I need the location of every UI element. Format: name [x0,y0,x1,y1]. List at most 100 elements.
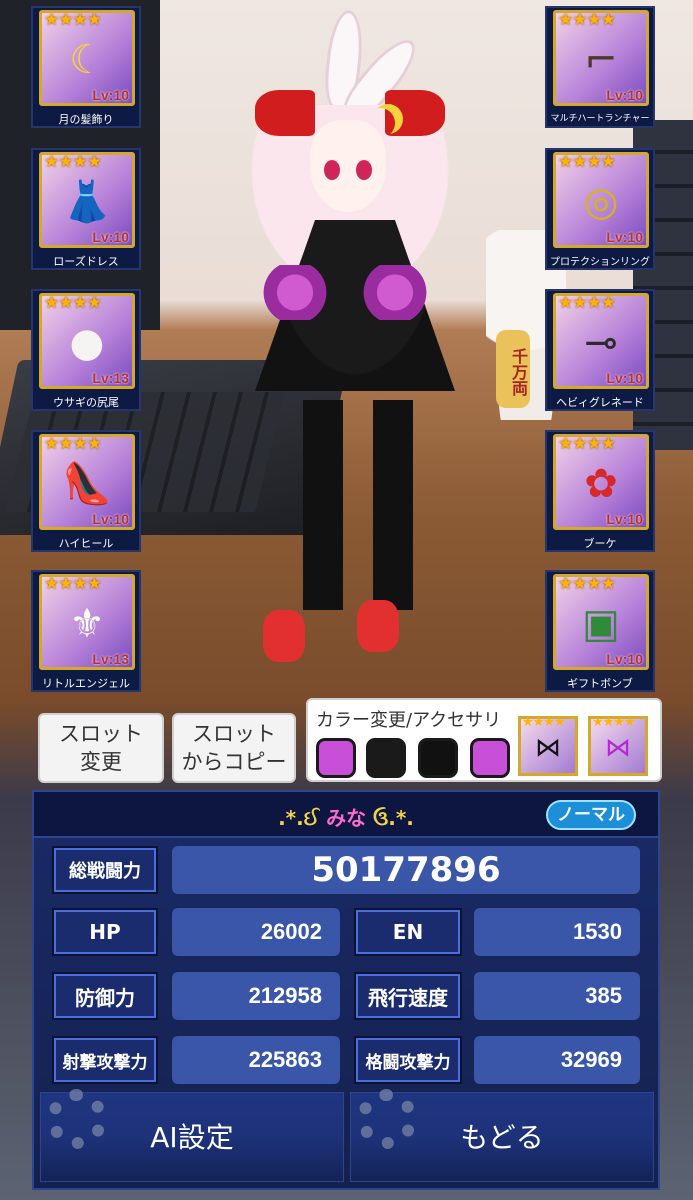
gift-bomb-icon: ▣ [582,601,620,647]
bouquet-icon: ✿ [584,461,618,507]
eye-left [324,160,340,180]
rose-glove-right [360,265,430,320]
red-dress-icon: 👗 [62,179,112,225]
equipment-name: ブーケ [583,537,617,550]
accessory-slot-purple-bow[interactable]: ★★★★ ⋈ [588,715,648,776]
ai-settings-button[interactable]: AI設定 [40,1089,344,1182]
launcher-gun-icon: ⌐ [584,37,618,83]
equipment-level: Lv:10 [606,370,643,386]
rarity-stars: ★★★★ [44,434,102,454]
equipment-level: Lv:10 [606,87,643,103]
equipment-card-launcher[interactable]: ★★★★ ⌐ Lv:10 マルチハートランチャー [545,6,655,128]
slot-change-button[interactable]: スロット 変更 [38,713,164,783]
equipment-card-gift-bomb[interactable]: ★★★★ ▣ Lv:10 ギフトボンブ [545,570,655,692]
rarity-stars: ★★★★ [44,574,102,594]
crescent-moon-icon: ☾ [69,37,105,83]
mode-badge[interactable]: ノーマル [546,800,636,830]
high-heels-icon: 👠 [62,461,112,507]
rarity-stars: ★★★★ [558,574,616,594]
equipment-card-heavy-grenade[interactable]: ★★★★ ⊸ Lv:10 ヘビィグレネード [545,289,655,411]
equipment-level: Lv:13 [92,370,129,386]
slot-copy-button[interactable]: スロット からコピー [172,713,296,783]
equipment-frame: ★★★★ ⌐ Lv:10 [553,10,649,106]
rarity-stars: ★★★★ [592,715,636,730]
rarity-stars: ★★★★ [44,293,102,313]
equipment-name: ウサギの尻尾 [53,396,119,409]
equipment-level: Lv:10 [92,229,129,245]
equipment-frame: ★★★★ ⚜ Lv:13 [39,574,135,670]
eye-right [356,160,372,180]
gear-icon [47,1089,107,1149]
bunny-tail-icon: ● [69,320,105,366]
equipment-card-hair-ornament[interactable]: ★★★★ ☾ Lv:10 月の髪飾り [31,6,141,128]
equipment-card-high-heels[interactable]: ★★★★ 👠 Lv:10 ハイヒール [31,430,141,552]
ai-settings-label: AI設定 [150,1121,234,1154]
hair-bow-right [385,90,445,136]
total-power-value: 50177896 [172,846,640,894]
equipment-frame: ★★★★ ☾ Lv:10 [39,10,135,106]
shooting-attack-label: 射撃攻撃力 [52,1036,158,1084]
equipment-card-rose-dress[interactable]: ★★★★ 👗 Lv:10 ローズドレス [31,148,141,270]
color-swatch-4[interactable] [470,738,510,778]
hp-label: HP [52,908,158,956]
equipment-frame: ★★★★ ▣ Lv:10 [553,574,649,670]
black-bow-icon: ⋈ [535,733,561,763]
defense-label: 防御力 [52,972,158,1020]
flight-speed-label: 飛行速度 [354,972,462,1020]
equipment-name: ローズドレス [53,255,119,268]
character-name-text: みな [319,806,374,830]
color-swatch-1[interactable] [316,738,356,778]
equipment-card-bunny-tail[interactable]: ★★★★ ● Lv:13 ウサギの尻尾 [31,289,141,411]
color-accessory-title: カラー変更/アクセサリ [316,710,502,731]
rarity-stars: ★★★★ [522,715,566,730]
equipment-level: Lv:10 [606,511,643,527]
equipment-frame: ★★★★ ● Lv:13 [39,293,135,389]
equipment-card-bouquet[interactable]: ★★★★ ✿ Lv:10 ブーケ [545,430,655,552]
name-decoration-left: .*.ઈ [278,806,320,830]
equipment-name: 月の髪飾り [58,113,114,126]
moon-hair-ornament [365,108,395,138]
equipment-card-little-angel[interactable]: ★★★★ ⚜ Lv:13 リトルエンジェル [31,570,141,692]
equipment-frame: ★★★★ ⊸ Lv:10 [553,293,649,389]
hp-value: 26002 [172,908,340,956]
back-label: もどる [460,1121,544,1154]
defense-value: 212958 [172,972,340,1020]
equipment-name: リトルエンジェル [42,677,130,690]
equipment-level: Lv:10 [606,651,643,667]
red-shoe-left [263,610,305,662]
melee-attack-label: 格闘攻撃力 [354,1036,462,1084]
rarity-stars: ★★★★ [558,434,616,454]
color-swatch-2[interactable] [366,738,406,778]
gear-icon [357,1089,417,1149]
equipment-card-protection-ring[interactable]: ★★★★ ◎ Lv:10 プロテクションリング [545,148,655,270]
purple-bow-icon: ⋈ [605,733,631,763]
rarity-stars: ★★★★ [558,10,616,30]
rarity-stars: ★★★★ [44,152,102,172]
hair-bow-left [255,90,315,136]
ring-icon: ◎ [583,179,619,225]
rarity-stars: ★★★★ [558,152,616,172]
melee-attack-value: 32969 [474,1036,640,1084]
equipment-frame: ★★★★ 👠 Lv:10 [39,434,135,530]
grenade-icon: ⊸ [584,320,618,366]
equipment-name: プロテクションリング [550,257,650,268]
equipment-name: ハイヒール [58,537,114,550]
angel-wings-icon: ⚜ [69,601,105,647]
red-shoe-right [357,600,399,652]
status-panel: .*.ઈ みな ઉ.*. ノーマル 総戦闘力 50177896 HP 26002… [32,790,660,1190]
character-model[interactable] [215,8,495,690]
flight-speed-value: 385 [474,972,640,1020]
equipment-name: マルチハートランチャー [550,114,650,124]
name-decoration-right: ઉ.*. [373,806,414,830]
total-power-label: 総戦闘力 [52,846,158,894]
color-swatch-3[interactable] [418,738,458,778]
equipment-frame: ★★★★ ✿ Lv:10 [553,434,649,530]
back-button[interactable]: もどる [350,1089,654,1182]
rarity-stars: ★★★★ [558,293,616,313]
shooting-attack-value: 225863 [172,1036,340,1084]
status-header: .*.ઈ みな ઉ.*. ノーマル [34,792,658,838]
color-accessory-panel: カラー変更/アクセサリ ★★★★ ⋈ ★★★★ ⋈ [306,698,662,782]
equipment-level: Lv:10 [606,229,643,245]
equipment-name: ギフトボンブ [567,677,633,690]
accessory-slot-black-bow[interactable]: ★★★★ ⋈ [518,715,578,776]
